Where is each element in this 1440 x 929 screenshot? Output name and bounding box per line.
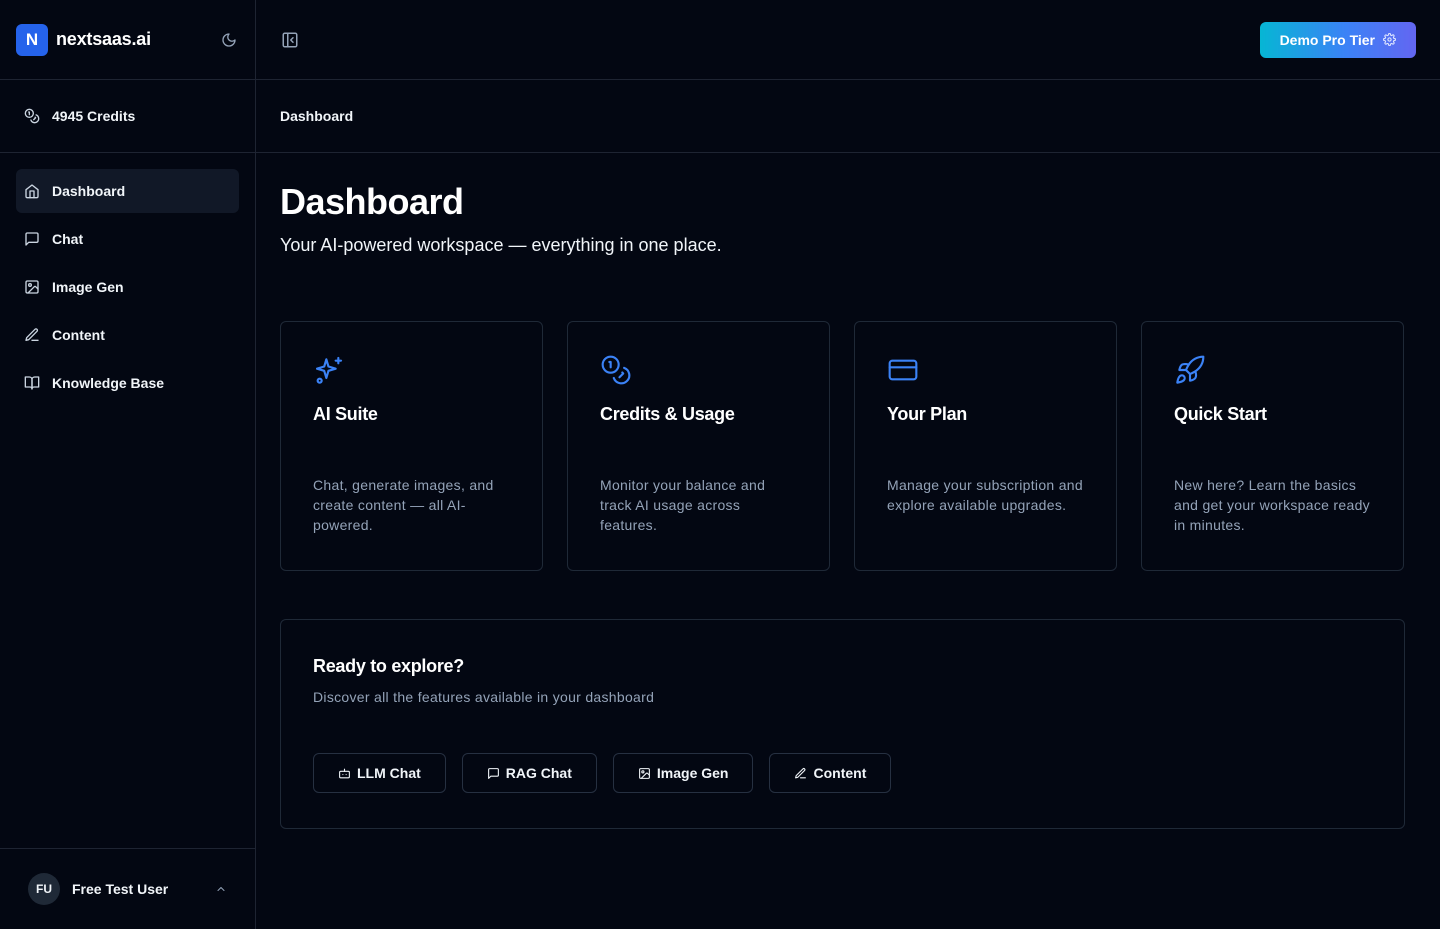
credits-label: 4945 Credits [52, 108, 136, 124]
sidebar-item-label: Chat [52, 231, 84, 247]
bot-icon [339, 768, 350, 778]
card-quick-start[interactable]: Quick Start New here? Learn the basics a… [1141, 321, 1404, 571]
pen-icon [795, 767, 807, 778]
app-logo[interactable]: N [16, 23, 48, 56]
image-icon [25, 280, 39, 294]
message-square-icon [487, 767, 499, 779]
top-bar: Demo Pro Tier [256, 0, 1440, 80]
credits-indicator[interactable]: 4945 Credits [0, 80, 255, 153]
sidebar-item-content[interactable]: Content [16, 313, 239, 357]
chevron-up-icon [217, 887, 225, 891]
image-icon [638, 767, 650, 779]
explore-subtitle: Discover all the features available in y… [313, 689, 655, 705]
image-gen-button[interactable]: Image Gen [612, 753, 754, 793]
button-label: LLM Chat [357, 765, 421, 781]
card-title: Quick Start [1174, 404, 1267, 424]
sidebar-toggle-button[interactable] [280, 30, 300, 50]
button-label: RAG Chat [505, 765, 572, 781]
card-title: Credits & Usage [600, 404, 735, 424]
sparkles-icon [315, 356, 343, 384]
card-description: Chat, generate images, and create conten… [313, 477, 494, 533]
explore-panel: Ready to explore? Discover all the featu… [280, 619, 1405, 829]
feature-cards: AI Suite Chat, generate images, and crea… [280, 321, 1405, 571]
card-ai-suite[interactable]: AI Suite Chat, generate images, and crea… [280, 321, 543, 571]
sidebar: N nextsaas.ai 4945 Credits Dashboard Cha… [0, 0, 256, 929]
rocket-icon [1176, 355, 1205, 384]
main-content: Dashboard Your AI-powered workspace — ev… [280, 153, 1405, 829]
brand-header: N nextsaas.ai [0, 0, 255, 80]
card-title: AI Suite [313, 404, 378, 424]
card-description: Manage your subscription and explore ava… [887, 477, 1083, 513]
sidebar-item-label: Knowledge Base [52, 375, 165, 391]
content-button[interactable]: Content [769, 753, 892, 793]
explore-title: Ready to explore? [313, 656, 464, 676]
sidebar-item-label: Dashboard [52, 183, 126, 199]
settings-icon [1383, 33, 1396, 46]
coins-icon [24, 108, 40, 124]
avatar: FU [28, 873, 60, 905]
sidebar-item-image-gen[interactable]: Image Gen [16, 265, 239, 309]
sidebar-item-knowledge-base[interactable]: Knowledge Base [16, 361, 239, 405]
card-credits-usage[interactable]: Credits & Usage Monitor your balance and… [567, 321, 830, 571]
message-square-icon [25, 232, 39, 246]
card-description: New here? Learn the basics and get your … [1174, 477, 1370, 533]
page-subtitle: Your AI-powered workspace — everything i… [280, 235, 722, 255]
page-title: Dashboard [280, 181, 464, 222]
card-description: Monitor your balance and track AI usage … [600, 477, 766, 533]
tier-button-label: Demo Pro Tier [1279, 31, 1375, 48]
card-your-plan[interactable]: Your Plan Manage your subscription and e… [854, 321, 1117, 571]
user-name: Free Test User [72, 881, 169, 897]
sidebar-item-dashboard[interactable]: Dashboard [16, 169, 239, 213]
button-label: Content [813, 765, 867, 781]
card-title: Your Plan [887, 404, 967, 424]
coins-icon [601, 355, 631, 385]
sidebar-nav: Dashboard Chat Image Gen Content Knowled… [0, 153, 255, 425]
breadcrumb-item-dashboard[interactable]: Dashboard [280, 108, 353, 124]
panel-left-close-icon [282, 32, 298, 47]
app-name[interactable]: nextsaas.ai [56, 29, 219, 50]
home-icon [25, 184, 39, 199]
rag-chat-button[interactable]: RAG Chat [461, 753, 597, 793]
moon-icon [222, 32, 236, 47]
credit-card-icon [888, 359, 918, 381]
explore-actions: LLM Chat RAG Chat Image Gen Content [313, 753, 1372, 793]
pen-icon [25, 328, 39, 341]
breadcrumb: Dashboard [256, 80, 1440, 153]
sidebar-item-label: Image Gen [52, 279, 124, 295]
button-label: Image Gen [656, 765, 729, 781]
sidebar-item-chat[interactable]: Chat [16, 217, 239, 261]
sidebar-item-label: Content [52, 327, 105, 343]
theme-toggle-button[interactable] [219, 30, 239, 50]
book-open-icon [24, 376, 40, 390]
demo-tier-button[interactable]: Demo Pro Tier [1259, 21, 1416, 58]
user-menu[interactable]: FU Free Test User [0, 848, 255, 929]
llm-chat-button[interactable]: LLM Chat [313, 753, 446, 793]
